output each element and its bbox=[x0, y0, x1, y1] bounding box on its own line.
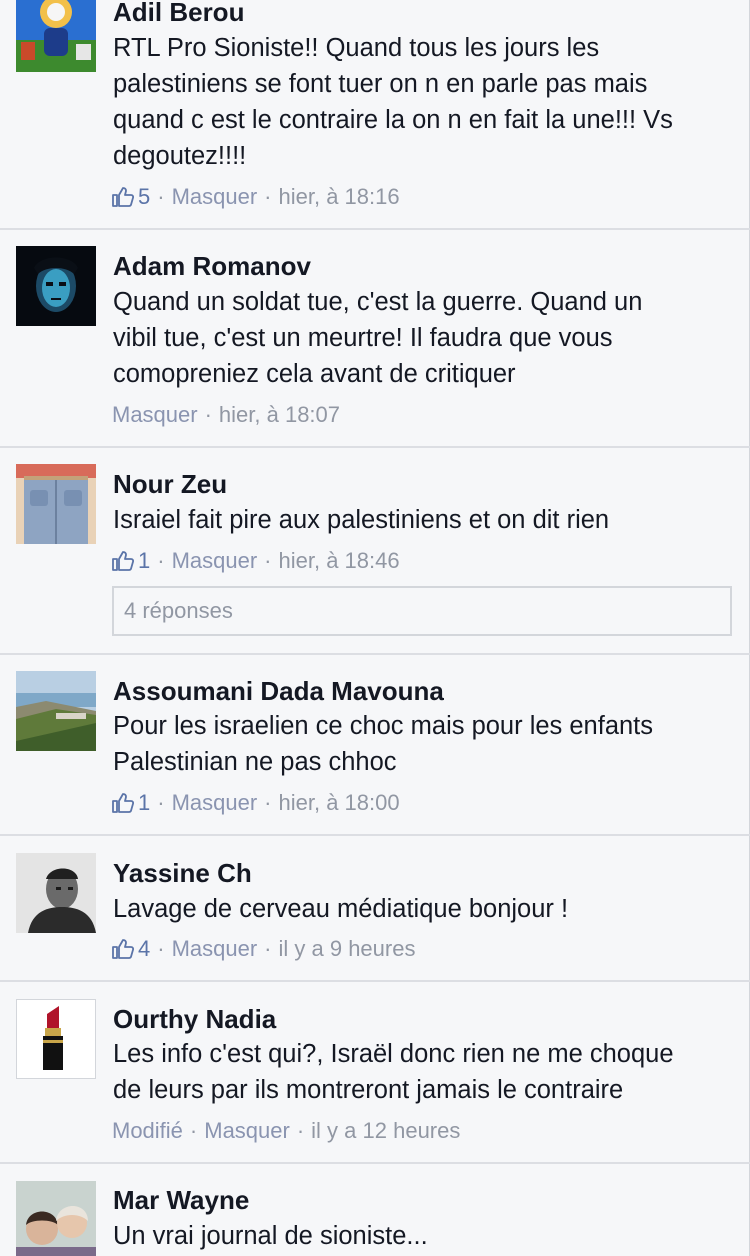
thumbs-up-icon bbox=[112, 551, 134, 571]
comment-author[interactable]: Nour Zeu bbox=[113, 466, 227, 502]
comment-text-line: Quand un soldat tue, c'est la guerre. Qu… bbox=[113, 288, 643, 316]
thumbs-up-icon bbox=[112, 187, 134, 207]
children-avatar-icon bbox=[16, 1181, 96, 1256]
comment-text-line: Un vrai journal de sioniste... bbox=[113, 1222, 428, 1250]
avatar[interactable] bbox=[16, 999, 96, 1079]
thumbs-up-icon bbox=[112, 793, 134, 813]
edited-link[interactable]: Modifié bbox=[112, 1116, 183, 1146]
avatar[interactable] bbox=[16, 671, 96, 751]
comment-timestamp[interactable]: hier, à 18:07 bbox=[219, 400, 340, 430]
meta-separator: · bbox=[264, 936, 272, 961]
thumbs-up-icon bbox=[112, 939, 134, 959]
comment-text: Israiel fait pire aux palestiniens et on… bbox=[113, 502, 733, 538]
meta-separator: · bbox=[157, 790, 165, 815]
avatar[interactable] bbox=[16, 1181, 96, 1256]
cartoon-avatar-icon bbox=[16, 0, 96, 72]
meta-separator: · bbox=[264, 790, 272, 815]
avatar[interactable] bbox=[16, 464, 96, 544]
lipstick-avatar-icon bbox=[17, 1000, 95, 1078]
comment-timestamp[interactable]: hier, à 18:16 bbox=[279, 182, 400, 212]
comment-text-line: RTL Pro Sioniste!! Quand tous les jours … bbox=[113, 34, 600, 62]
hide-link[interactable]: Masquer bbox=[112, 400, 198, 430]
comment-divider bbox=[0, 1162, 750, 1164]
portrait-avatar-icon bbox=[16, 853, 96, 933]
comment-text-line: palestiniens se font tuer on n en parle … bbox=[113, 70, 648, 98]
comments-feed: Adil Berou RTL Pro Sioniste!! Quand tous… bbox=[0, 0, 750, 1256]
comment-text-line: vibil tue, c'est un meurtre! Il faudra q… bbox=[113, 324, 613, 352]
comment-divider bbox=[0, 446, 750, 448]
comment-author[interactable]: Mar Wayne bbox=[113, 1182, 249, 1218]
like-count[interactable]: 1 bbox=[112, 788, 150, 818]
meta-separator: · bbox=[157, 936, 165, 961]
meta-separator: · bbox=[204, 402, 212, 427]
comment-text: Quand un soldat tue, c'est la guerre. Qu… bbox=[113, 284, 733, 392]
comment-text-line: degoutez!!!! bbox=[113, 142, 247, 170]
like-count[interactable]: 4 bbox=[112, 934, 150, 964]
view-replies-button[interactable]: 4 réponses bbox=[112, 586, 732, 636]
comment-author[interactable]: Assoumani Dada Mavouna bbox=[113, 673, 444, 709]
comment-text: Lavage de cerveau médiatique bonjour ! bbox=[113, 891, 733, 927]
meta-separator: · bbox=[264, 548, 272, 573]
comment-meta: 1 · Masquer · hier, à 18:46 bbox=[112, 546, 400, 576]
comment-divider bbox=[0, 653, 750, 655]
comment-meta: 5 · Masquer · hier, à 18:16 bbox=[112, 182, 400, 212]
meta-separator: · bbox=[296, 1118, 305, 1143]
like-count-value: 4 bbox=[138, 936, 151, 961]
like-count[interactable]: 1 bbox=[112, 546, 150, 576]
comment-divider bbox=[0, 228, 750, 230]
comment-author[interactable]: Adil Berou bbox=[113, 0, 244, 30]
coast-landscape-avatar-icon bbox=[16, 671, 96, 751]
comment-text-line: Israiel fait pire aux palestiniens et on… bbox=[113, 506, 610, 534]
meta-separator: · bbox=[157, 548, 165, 573]
comment-timestamp[interactable]: hier, à 18:00 bbox=[279, 788, 400, 818]
comment-divider bbox=[0, 834, 750, 836]
hide-link[interactable]: Masquer bbox=[204, 1116, 290, 1146]
like-count-value: 1 bbox=[138, 548, 151, 573]
hide-link[interactable]: Masquer bbox=[172, 546, 258, 576]
comment-text-line: quand c est le contraire la on n en fait… bbox=[113, 106, 673, 134]
hide-link[interactable]: Masquer bbox=[172, 182, 258, 212]
like-count[interactable]: 5 bbox=[112, 182, 150, 212]
comment-text-line: Palestinian ne pas chhoc bbox=[113, 748, 397, 776]
like-count-value: 1 bbox=[138, 790, 151, 815]
comment-text: RTL Pro Sioniste!! Quand tous les jours … bbox=[113, 30, 733, 174]
meta-separator: · bbox=[189, 1118, 198, 1143]
avatar[interactable] bbox=[16, 853, 96, 933]
jeans-avatar-icon bbox=[16, 464, 96, 544]
comment-author[interactable]: Yassine Ch bbox=[113, 855, 252, 891]
comment-divider bbox=[0, 980, 750, 982]
comment-text-line: Les info c'est qui?, Israël donc rien ne… bbox=[113, 1040, 674, 1068]
comment-timestamp[interactable]: il y a 12 heures bbox=[311, 1116, 460, 1146]
comment-text: Un vrai journal de sioniste... bbox=[113, 1218, 733, 1254]
comment-timestamp[interactable]: il y a 9 heures bbox=[279, 934, 416, 964]
comment-text-line: comopreniez cela avant de critiquer bbox=[113, 360, 516, 388]
comment-timestamp[interactable]: hier, à 18:46 bbox=[279, 546, 400, 576]
avatar[interactable] bbox=[16, 0, 96, 72]
comment-meta: Modifié · Masquer · il y a 12 heures bbox=[112, 1116, 460, 1146]
hide-link[interactable]: Masquer bbox=[172, 934, 258, 964]
comment-author[interactable]: Ourthy Nadia bbox=[113, 1001, 276, 1037]
comment-meta: Masquer · hier, à 18:07 bbox=[112, 400, 340, 430]
masked-face-avatar-icon bbox=[16, 246, 96, 326]
comment-text-line: Pour les israelien ce choc mais pour les… bbox=[113, 712, 654, 740]
hide-link[interactable]: Masquer bbox=[172, 788, 258, 818]
comment-text-line: Lavage de cerveau médiatique bonjour ! bbox=[113, 895, 569, 923]
comment-meta: 1 · Masquer · hier, à 18:00 bbox=[112, 788, 400, 818]
comment-meta: 4 · Masquer · il y a 9 heures bbox=[112, 934, 415, 964]
like-count-value: 5 bbox=[138, 184, 151, 209]
comment-text: Pour les israelien ce choc mais pour les… bbox=[113, 708, 733, 780]
avatar[interactable] bbox=[16, 246, 96, 326]
meta-separator: · bbox=[157, 184, 165, 209]
comment-text: Les info c'est qui?, Israël donc rien ne… bbox=[113, 1036, 733, 1108]
comment-author[interactable]: Adam Romanov bbox=[113, 248, 311, 284]
meta-separator: · bbox=[264, 184, 272, 209]
comment-text-line: de leurs par ils montreront jamais le co… bbox=[113, 1076, 624, 1104]
